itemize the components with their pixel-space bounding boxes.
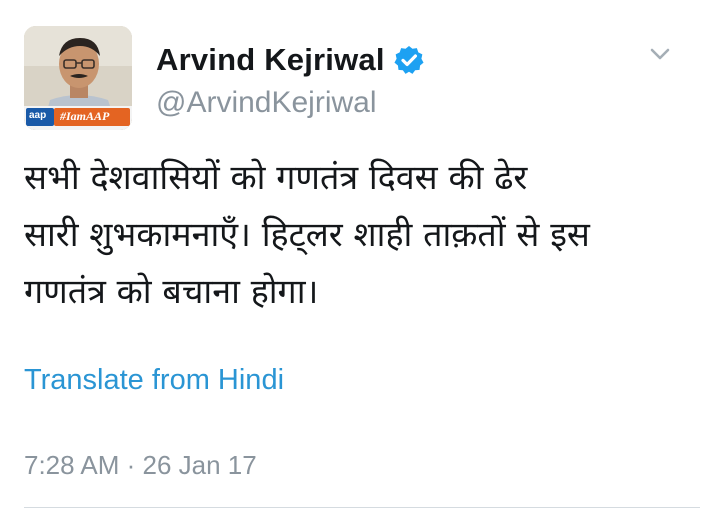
tweet-timestamp[interactable]: 7:28 AM · 26 Jan 17	[24, 450, 257, 481]
avatar-badge-aap: aap	[29, 110, 47, 121]
chevron-down-icon[interactable]	[646, 40, 674, 68]
verified-badge-icon	[394, 46, 424, 74]
tweet-text: सभी देशवासियों को गणतंत्र दिवस की ढेर सा…	[24, 158, 590, 312]
author-display-name[interactable]: Arvind Kejriwal	[156, 42, 385, 78]
translate-link[interactable]: Translate from Hindi	[24, 364, 284, 397]
divider	[24, 507, 700, 508]
avatar-badge-hashtag: #IamAAP	[60, 109, 110, 123]
author-handle[interactable]: @ArvindKejriwal	[156, 86, 377, 120]
tweet-card: aap #IamAAP Arvind Kejriwal @ArvindKejri…	[0, 0, 718, 514]
author-name-row: Arvind Kejriwal	[156, 38, 425, 82]
avatar[interactable]: aap #IamAAP	[24, 26, 132, 130]
